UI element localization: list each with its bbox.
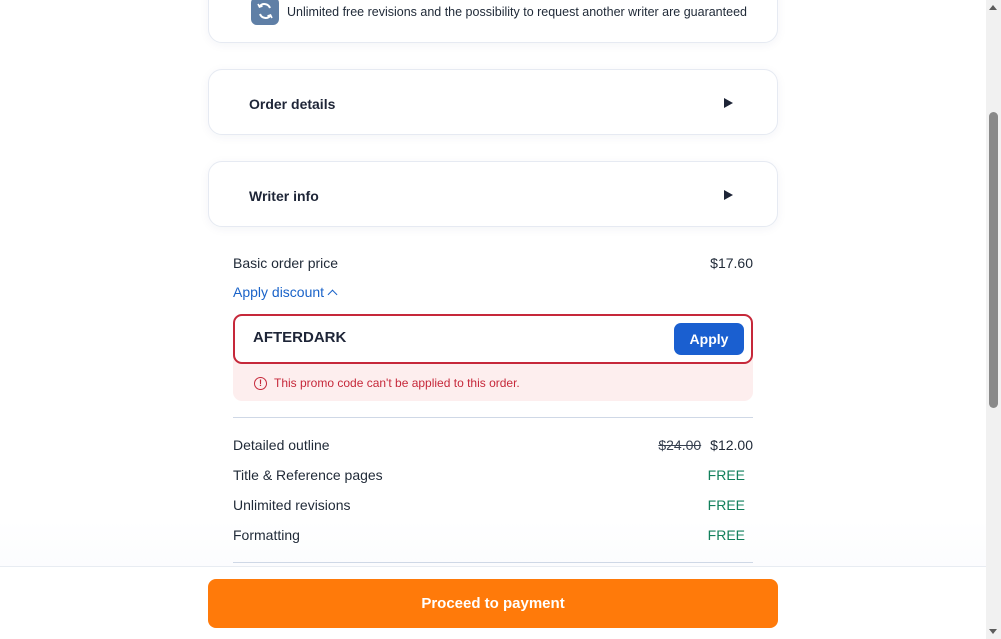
basic-price-value: $17.60 bbox=[710, 255, 753, 271]
accordion-title: Writer info bbox=[249, 188, 319, 204]
extra-label: Formatting bbox=[233, 527, 300, 543]
caret-right-icon bbox=[724, 98, 733, 108]
scroll-up-arrow-icon[interactable] bbox=[989, 5, 997, 10]
vertical-scrollbar[interactable] bbox=[986, 0, 1001, 639]
extra-row-unlimited-revisions: Unlimited revisions FREE bbox=[233, 495, 753, 515]
extra-label: Detailed outline bbox=[233, 437, 330, 453]
chevron-up-icon bbox=[327, 289, 338, 299]
guarantee-card: Unlimited free revisions and the possibi… bbox=[208, 0, 778, 43]
extra-row-detailed-outline: Detailed outline $24.00 $12.00 bbox=[233, 435, 753, 455]
writer-info-accordion[interactable]: Writer info bbox=[208, 161, 778, 227]
checkout-page: Unlimited free revisions and the possibi… bbox=[0, 0, 986, 639]
error-icon: ! bbox=[254, 376, 267, 390]
extra-price-free: FREE bbox=[707, 527, 745, 543]
apply-discount-toggle[interactable]: Apply discount bbox=[233, 284, 338, 300]
order-details-accordion[interactable]: Order details bbox=[208, 69, 778, 135]
promo-error-text: This promo code can't be applied to this… bbox=[274, 376, 520, 390]
promo-section: Apply ! This promo code can't be applied… bbox=[233, 314, 753, 401]
extra-price-free: FREE bbox=[707, 497, 745, 513]
old-price: $24.00 bbox=[658, 437, 702, 453]
extra-label: Title & Reference pages bbox=[233, 467, 383, 483]
extra-row-title-reference: Title & Reference pages FREE bbox=[233, 465, 753, 485]
apply-discount-label: Apply discount bbox=[233, 284, 325, 300]
divider bbox=[233, 417, 753, 418]
accordion-title: Order details bbox=[249, 96, 336, 112]
refresh-icon bbox=[251, 0, 279, 25]
divider bbox=[233, 562, 753, 563]
promo-code-input[interactable] bbox=[253, 329, 653, 346]
extra-price-group: $24.00 $12.00 bbox=[658, 437, 753, 453]
promo-error-message: ! This promo code can't be applied to th… bbox=[254, 376, 520, 390]
extra-row-formatting: Formatting FREE bbox=[233, 525, 753, 545]
scrollbar-thumb[interactable] bbox=[989, 112, 998, 408]
guarantee-text: Unlimited free revisions and the possibi… bbox=[287, 5, 747, 19]
caret-right-icon bbox=[724, 190, 733, 200]
guarantee-row: Unlimited free revisions and the possibi… bbox=[251, 0, 747, 25]
proceed-to-payment-button[interactable]: Proceed to payment bbox=[208, 579, 778, 628]
scroll-down-arrow-icon[interactable] bbox=[989, 629, 997, 634]
apply-promo-button[interactable]: Apply bbox=[674, 323, 744, 355]
extra-label: Unlimited revisions bbox=[233, 497, 351, 513]
checkout-footer: Proceed to payment bbox=[0, 566, 986, 639]
promo-field: Apply bbox=[233, 314, 753, 364]
basic-price-row: Basic order price $17.60 bbox=[233, 253, 753, 273]
extra-price-free: FREE bbox=[707, 467, 745, 483]
basic-price-label: Basic order price bbox=[233, 255, 339, 271]
extra-price: $12.00 bbox=[710, 437, 753, 453]
